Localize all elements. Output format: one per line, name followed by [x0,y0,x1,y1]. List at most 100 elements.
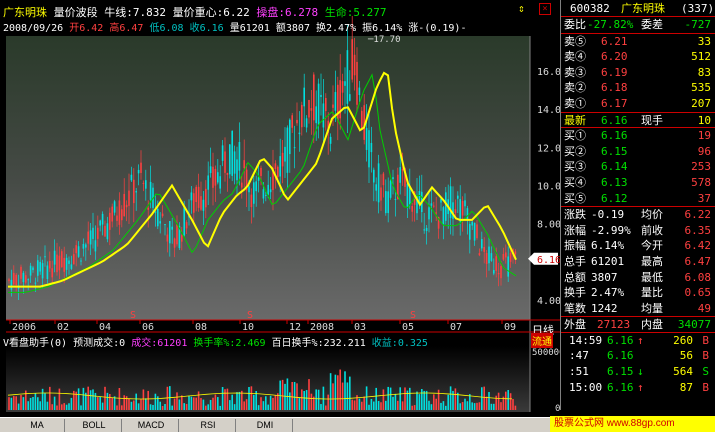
info-vol: 量61201 [229,23,270,34]
stat-label: 涨幅 [564,223,586,237]
tick-list[interactable]: 14:59 6.16 ↑ 260 B:47 6.16 56 B:51 6.15 ↓ 564 S 15:0… [561,331,715,395]
niu-label: 牛线: [104,6,133,19]
sell-row[interactable]: 卖① 6.17 207 [561,96,715,112]
sell-row[interactable]: 卖⑤ 6.21 33 [561,34,715,50]
stats-row: 总额 3807 最低 6.08 [561,270,715,286]
candle-body [58,255,61,271]
candle-body [298,132,301,135]
volume-bar [202,399,205,410]
stat-value: 6.35 [684,223,712,237]
volume-bar [142,389,145,410]
volume-bar [193,397,195,410]
buy-price: 6.14 [601,160,628,174]
sell-row[interactable]: 卖② 6.18 535 [561,80,715,96]
stats-row: 总手 61201 最高 6.47 [561,254,715,270]
tab-dmi[interactable]: DMI [238,419,293,432]
candle-body [284,146,286,162]
candle-body [361,110,363,130]
volume-bar [195,397,197,410]
close-icon[interactable]: × [539,3,551,15]
volume-bar [440,402,442,410]
sell-row[interactable]: 卖③ 6.19 83 [561,65,715,81]
volume-bar [111,397,113,410]
kline-chart[interactable]: 16.0014.0012.0010.008.006.164.00─17.7020… [0,0,560,416]
time-axis-label: 2008 [310,322,334,333]
time-axis-label: 09 [504,322,516,333]
candle-body [113,201,116,213]
weicha-value: -727 [684,18,712,31]
stat-label: 最高 [641,254,663,268]
candle-body [29,265,32,276]
info-amp: 振6.14% [362,23,403,34]
candle-body [382,173,385,186]
candle-body [495,256,497,271]
volume-bar [322,386,325,410]
buy-row[interactable]: 买② 6.15 96 [561,144,715,160]
dividend-marker: S [410,310,416,321]
tab-boll[interactable]: BOLL [67,419,122,432]
volume-bar [308,379,310,410]
current-price-label: 6.16 [537,255,560,266]
volume-bar [500,402,502,410]
candle-body [493,270,495,274]
stats-row: 换手 2.47% 量比 0.65 [561,285,715,301]
candle-body [118,200,121,225]
candle-body [461,201,464,216]
candle-body [485,253,488,264]
candle-body [197,186,200,208]
buy-price: 6.16 [601,129,628,143]
candle-body [497,272,500,275]
candle-body [399,167,401,183]
candle-body [224,151,226,173]
buy-row[interactable]: 买① 6.16 19 [561,128,715,144]
volume-bar [382,389,385,410]
candle-body [13,272,15,285]
candle-body [274,163,277,170]
candle-body [137,169,140,174]
volume-bar [485,396,488,410]
time-axis-label: 10 [242,322,254,333]
candle-body [406,183,409,207]
candle-body [473,222,476,241]
candle-body [459,199,461,222]
volume-bar [248,387,250,410]
volume-bar [238,391,241,410]
candle-body [32,267,34,271]
volume-bar [176,392,178,410]
tab-rsi[interactable]: RSI [181,419,236,432]
tab-macd[interactable]: MACD [124,419,179,432]
candle-body [111,206,113,222]
buy-row[interactable]: 买④ 6.13 578 [561,175,715,191]
buy-orders: 买① 6.16 19 买② 6.15 96 买③ 6.14 253 买④ 6.13 578 买⑤ 6.12… [561,127,715,206]
candle-body [233,151,236,174]
candle-body [104,225,106,237]
volume-bar [15,396,17,410]
volume-bar [361,401,363,410]
sell-row[interactable]: 卖④ 6.20 512 [561,49,715,65]
volume-bar [483,386,485,410]
buy-row[interactable]: 买⑤ 6.12 37 [561,191,715,207]
volume-bar [145,398,147,410]
hsl-label: 换手率%: [193,338,236,349]
candle-body [322,103,325,128]
candle-body [293,147,296,149]
volume-bar [243,401,245,410]
volume-bar [113,396,116,410]
volume-bar [265,396,267,410]
buy-row[interactable]: 买③ 6.14 253 [561,159,715,175]
tab-ma[interactable]: MA [10,419,65,432]
candle-body [478,253,481,256]
cj-value: 61201 [157,338,188,349]
dividend-marker: S [130,310,136,321]
arrows-icon[interactable]: ⇕ [518,2,525,15]
volume-bar [29,397,32,410]
volume-bar [217,397,219,410]
volume-bar [365,386,368,410]
stat-value: 1242 [591,301,618,315]
volume-bar [370,399,373,410]
candle-body [505,252,507,258]
quote-header: 600382 广东明珠 (337) [561,0,715,17]
candle-body [454,209,457,213]
info-low: 低6.08 [149,23,184,34]
sy-label: 收益: [371,338,398,349]
